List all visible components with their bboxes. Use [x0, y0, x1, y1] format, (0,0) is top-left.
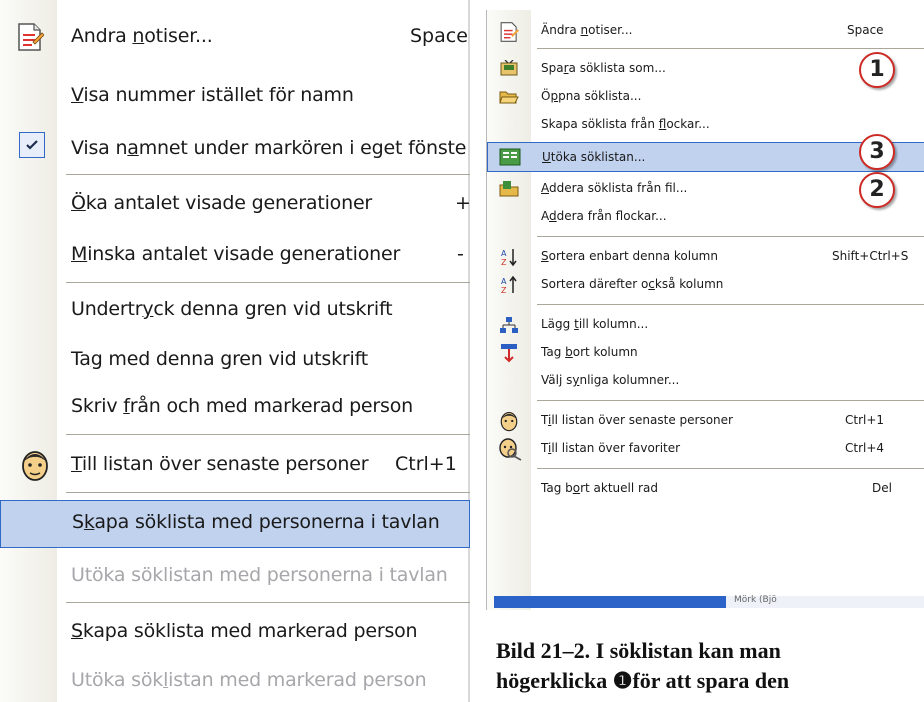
- menu-item-skapa-soklista-personerna[interactable]: Skapa söklista med personerna i tavlan: [0, 500, 470, 548]
- extend-list-icon: [499, 148, 521, 166]
- menu-shortcut: -: [457, 243, 464, 265]
- figure-caption: Bild 21–2. I söklistan kan man högerklic…: [496, 636, 924, 696]
- menu-separator: [66, 492, 470, 493]
- menu-shortcut: Space: [410, 25, 468, 47]
- menu-item-tag-med[interactable]: Tag med denna gren vid utskrift: [0, 339, 470, 385]
- caption-line-2: högerklicka ❶för att spara den: [496, 668, 790, 693]
- menu-item-favoriter[interactable]: Till listan över favoriter Ctrl+4: [487, 434, 924, 464]
- menu-item-visa-nummer[interactable]: Visa nummer istället för namn: [0, 75, 470, 121]
- menu-shortcut: Space: [847, 23, 884, 37]
- menu-item-sortera-enbart[interactable]: A Z Sortera enbart denna kolumn Shift+Ct…: [487, 242, 924, 272]
- caption-line-1: Bild 21–2. I söklistan kan man: [496, 638, 781, 663]
- callout-badge-2: 2: [859, 172, 895, 208]
- svg-text:A: A: [501, 249, 507, 258]
- menu-item-senaste-personer[interactable]: Till listan över senaste personer Ctrl+1: [0, 444, 470, 490]
- menu-shortcut: Ctrl+1: [845, 413, 885, 427]
- menu-separator: [66, 602, 470, 603]
- menu-item-skapa-markerad[interactable]: Skapa söklista med markerad person: [0, 611, 470, 657]
- context-menu-right: Ändra notiser... Space Spara söklista so…: [486, 10, 924, 610]
- menu-separator: [537, 236, 924, 237]
- menu-shortcut: +: [455, 192, 470, 214]
- status-fragment: Mörk (Bjö: [734, 595, 777, 605]
- menu-separator: [537, 400, 924, 401]
- svg-text:A: A: [501, 277, 507, 286]
- notes-icon: [18, 23, 44, 51]
- menu-item-sortera-darefter[interactable]: A Z Sortera därefter också kolumn: [487, 270, 924, 300]
- remove-column-icon: [501, 344, 517, 363]
- checkmark-icon: [19, 132, 45, 158]
- menu-item-skriv-fran[interactable]: Skriv från och med markerad person: [0, 386, 470, 432]
- menu-shortcut: Shift+Ctrl+S: [832, 249, 909, 263]
- menu-shortcut: Ctrl+4: [845, 441, 885, 455]
- notes-icon: [500, 22, 519, 42]
- add-column-icon: [500, 317, 518, 333]
- face-icon: [22, 451, 48, 481]
- add-file-icon: [499, 181, 519, 197]
- menu-item-tag-bort-kolumn[interactable]: Tag bort kolumn: [487, 338, 924, 368]
- status-strip: Mörk (Bjö: [494, 595, 924, 608]
- context-menu-left: Andra notiser... Space Visa nummer istäl…: [0, 0, 470, 702]
- callout-badge-3: 3: [859, 134, 895, 170]
- menu-item-andra-notiser[interactable]: Ändra notiser... Space: [487, 16, 924, 46]
- menu-separator: [537, 304, 924, 305]
- menu-item-valj-synliga[interactable]: Välj synliga kolumner...: [487, 366, 924, 396]
- menu-item-undertryck[interactable]: Undertryck denna gren vid utskrift: [0, 289, 470, 335]
- favorite-icon: [499, 438, 522, 461]
- status-fragment-box: Mörk (Bjö: [726, 595, 924, 608]
- menu-item-oppna-soklista[interactable]: Öppna söklista...: [487, 82, 924, 112]
- menu-item-oka-generationer[interactable]: Öka antalet visade generationer +: [0, 183, 470, 229]
- menu-item-lagg-till-kolumn[interactable]: Lägg till kolumn...: [487, 310, 924, 340]
- menu-item-utoka-soklistan[interactable]: Utöka söklistan...: [487, 142, 924, 172]
- menu-separator: [537, 48, 924, 49]
- menu-item-minska-generationer[interactable]: Minska antalet visade generationer -: [0, 234, 470, 280]
- menu-separator: [66, 434, 470, 435]
- menu-item-visa-namnet[interactable]: Visa namnet under markören i eget fönste: [0, 128, 470, 174]
- callout-badge-1: 1: [859, 52, 895, 88]
- svg-text:Z: Z: [501, 286, 507, 295]
- menu-separator: [537, 468, 924, 469]
- menu-item-tag-bort-rad[interactable]: Tag bort aktuell rad Del: [487, 474, 924, 504]
- menu-separator: [66, 174, 470, 175]
- menu-item-addera-flockar[interactable]: Addera från flockar...: [487, 202, 924, 232]
- menu-item-senaste-personer[interactable]: Till listan över senaste personer Ctrl+1: [487, 406, 924, 436]
- menu-item-utoka-markerad: Utöka söklistan med markerad person: [71, 669, 427, 691]
- face-icon: [500, 412, 518, 432]
- menu-item-skapa-fran-flockar[interactable]: Skapa söklista från flockar...: [487, 110, 924, 140]
- menu-item-utoka-personerna: Utöka söklistan med personerna i tavlan: [71, 564, 448, 586]
- sort-then-icon: A Z: [501, 275, 517, 295]
- menu-shortcut: Ctrl+1: [395, 453, 457, 475]
- save-list-icon: [500, 60, 518, 76]
- menu-item-andra-notiser[interactable]: Andra notiser... Space: [0, 16, 470, 62]
- open-folder-icon: [499, 91, 519, 104]
- sort-az-icon: A Z: [501, 249, 517, 267]
- svg-text:Z: Z: [501, 258, 507, 267]
- menu-separator: [66, 282, 470, 283]
- menu-shortcut: Del: [872, 481, 892, 495]
